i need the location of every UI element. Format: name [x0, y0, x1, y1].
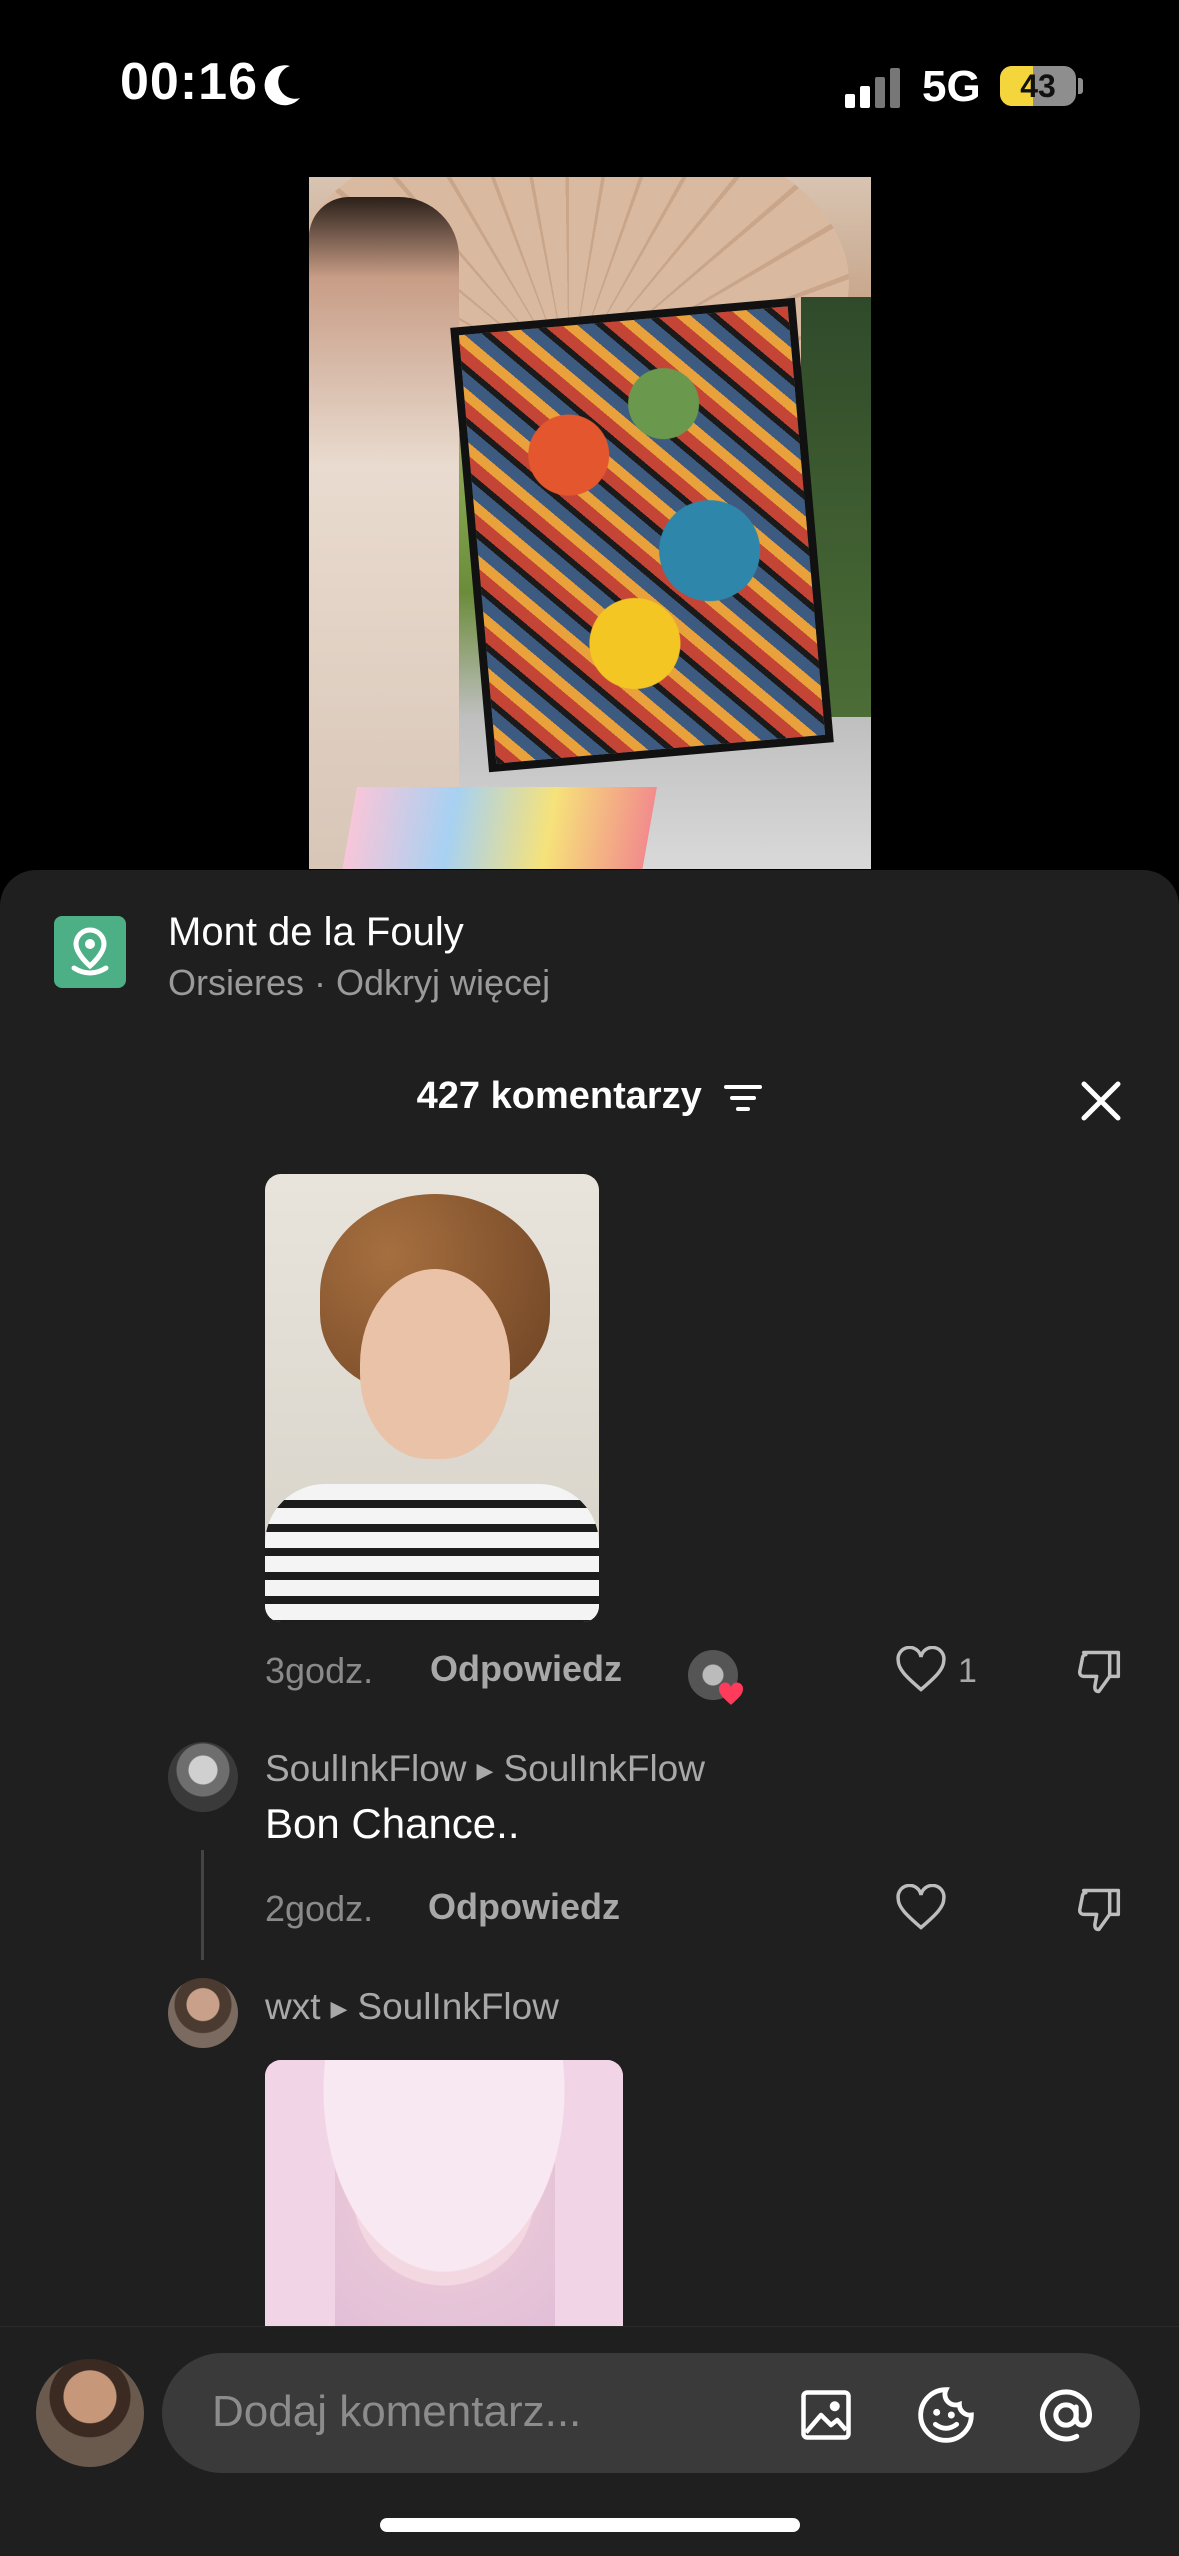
avatar[interactable]: [168, 1742, 238, 1812]
painting: [450, 297, 834, 773]
comments-count: 427 komentarzy: [416, 1075, 702, 1117]
person: [309, 197, 459, 869]
home-indicator[interactable]: [380, 2518, 800, 2532]
comment-image[interactable]: [265, 2060, 623, 2326]
signal-icon: [845, 68, 900, 108]
heart-badge-icon: [718, 1682, 744, 1705]
comment-image[interactable]: [265, 1174, 599, 1622]
comment-input-placeholder[interactable]: Dodaj komentarz...: [212, 2387, 581, 2437]
comment-time: 2godz.: [265, 1888, 374, 1929]
emoji-icon[interactable]: [914, 2383, 978, 2447]
my-avatar[interactable]: [36, 2359, 144, 2467]
close-icon[interactable]: [1078, 1078, 1124, 1124]
comment-input[interactable]: Dodaj komentarz...: [162, 2353, 1140, 2473]
image-icon[interactable]: [796, 2385, 856, 2445]
thread-line: [201, 1850, 204, 1960]
reply-to-username[interactable]: SoulInkFlow: [357, 1986, 559, 2027]
battery-icon: 43: [1000, 66, 1076, 106]
status-bar: 00:16 5G 43: [0, 0, 1179, 175]
video-preview[interactable]: [309, 177, 871, 869]
clock: 00:16: [120, 53, 258, 111]
comment-text: Bon Chance..: [265, 1800, 520, 1847]
location-pin-icon[interactable]: [54, 916, 126, 988]
comment-time: 3godz.: [265, 1650, 374, 1691]
battery-percent: 43: [1020, 68, 1056, 104]
reply-button[interactable]: Odpowiedz: [428, 1886, 620, 1928]
location-subtitle[interactable]: Orsieres · Odkryj więcej: [168, 962, 550, 1004]
filter-icon[interactable]: [724, 1083, 763, 1113]
comments-sheet: Mont de la Fouly Orsieres · Odkryj więce…: [0, 870, 1179, 2556]
like-count: 1: [958, 1652, 977, 1690]
moon-icon: [264, 65, 300, 106]
dislike-icon[interactable]: [1075, 1646, 1127, 1698]
username[interactable]: SoulInkFlow: [265, 1748, 467, 1789]
username[interactable]: wxt: [265, 1986, 321, 2027]
face: [360, 1269, 510, 1459]
dislike-icon[interactable]: [1075, 1884, 1127, 1936]
at-icon[interactable]: [1034, 2383, 1098, 2447]
comments-header: 427 komentarzy: [0, 1075, 1179, 1118]
paint-tray: [341, 787, 657, 869]
location-title[interactable]: Mont de la Fouly: [168, 910, 464, 955]
reply-arrow-icon: ▶: [476, 1758, 494, 1784]
battery-tip: [1078, 78, 1083, 94]
comment-author[interactable]: SoulInkFlow ▶ SoulInkFlow: [265, 1748, 705, 1790]
heart-icon[interactable]: [895, 1646, 947, 1694]
avatar[interactable]: [168, 1978, 238, 2048]
comment-author[interactable]: wxt ▶ SoulInkFlow: [265, 1986, 559, 2028]
network-label: 5G: [922, 62, 981, 111]
reply-button[interactable]: Odpowiedz: [430, 1648, 622, 1690]
comments-list[interactable]: ˙ ˙ ˙ 3godz. Odpowiedz 1 SoulInkFlow▶Sou…: [0, 1160, 1179, 2326]
heart-icon[interactable]: [895, 1884, 947, 1932]
shirt: [265, 1484, 599, 1622]
reply-arrow-icon: ▶: [330, 1996, 348, 2022]
reply-to-username[interactable]: SoulInkFlow: [503, 1748, 705, 1789]
hair: [265, 2060, 623, 2326]
